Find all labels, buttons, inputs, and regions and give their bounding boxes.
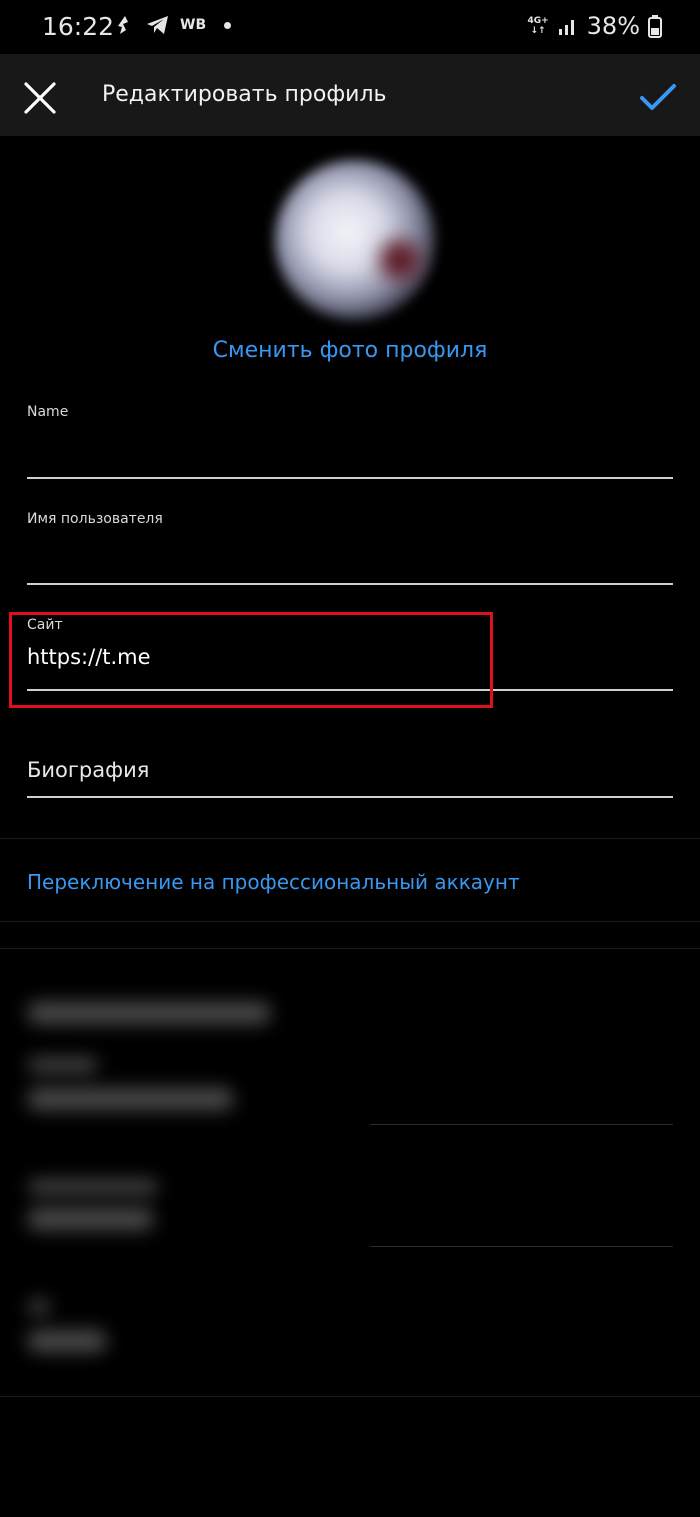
status-bar: 16:22 WB 4G+ ↓↑ 38%: [0, 0, 700, 54]
section-divider: [0, 948, 700, 949]
battery-icon: [648, 15, 662, 38]
blurred-field-value[interactable]: [28, 1330, 106, 1352]
section-divider: [0, 838, 700, 839]
telegram-icon: [147, 16, 168, 34]
bio-underline: [27, 796, 673, 798]
section-divider: [0, 1396, 700, 1397]
wb-badge: WB: [180, 17, 207, 33]
professional-account-link[interactable]: Переключение на профессиональный аккаунт: [27, 870, 520, 894]
close-icon[interactable]: [22, 80, 58, 116]
blurred-field-underline: [370, 1246, 673, 1247]
name-label: Name: [27, 404, 69, 420]
status-right-icons: 4G+ ↓↑ 38%: [527, 12, 662, 40]
username-input[interactable]: [27, 539, 673, 565]
username-underline: [27, 583, 673, 585]
name-input[interactable]: [27, 432, 673, 458]
notification-icon: [118, 16, 128, 34]
profile-avatar[interactable]: [275, 160, 435, 320]
network-label: 4G+: [527, 16, 549, 26]
status-left-icons: WB: [114, 14, 232, 36]
username-field[interactable]: Имя пользователя: [27, 511, 673, 565]
name-field[interactable]: Name: [27, 404, 673, 458]
section-divider: [0, 921, 700, 922]
blurred-field-value[interactable]: [28, 1208, 153, 1230]
site-highlight-box: [9, 612, 493, 708]
blurred-section-heading: [28, 1002, 270, 1024]
blurred-field-value[interactable]: [28, 1088, 233, 1110]
data-arrows-icon: ↓↑: [530, 26, 546, 36]
change-photo-link[interactable]: Сменить фото профиля: [0, 338, 700, 363]
page-title: Редактировать профиль: [102, 82, 387, 107]
top-app-bar: Редактировать профиль: [0, 54, 700, 136]
checkmark-icon[interactable]: [638, 80, 678, 114]
signal-icon: [558, 20, 574, 35]
avatar-blur-accent: [380, 240, 420, 280]
blurred-field-label: [28, 1180, 158, 1194]
username-label: Имя пользователя: [27, 511, 163, 527]
blurred-field-label: [28, 1058, 98, 1072]
blurred-field-underline: [370, 1124, 673, 1125]
status-time: 16:22: [42, 12, 115, 41]
battery-percent: 38%: [586, 12, 640, 40]
bio-input[interactable]: Биография: [27, 758, 149, 782]
blurred-field-label: [28, 1300, 50, 1314]
name-underline: [27, 477, 673, 479]
network-type: 4G+ ↓↑: [527, 16, 548, 36]
dot-icon: [224, 21, 232, 29]
